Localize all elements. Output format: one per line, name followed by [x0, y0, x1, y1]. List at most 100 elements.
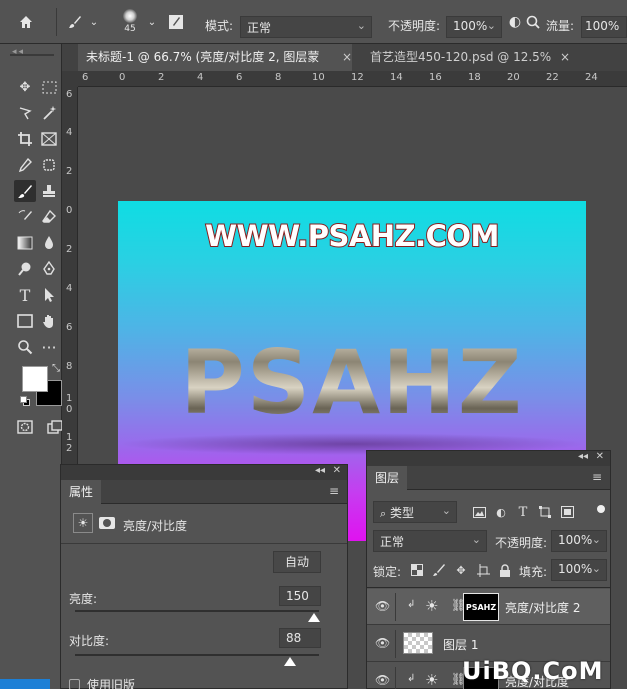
- brightness-contrast-icon[interactable]: ☀: [425, 671, 438, 689]
- close-icon[interactable]: ✕: [596, 451, 604, 462]
- default-colors-icon[interactable]: [20, 396, 30, 406]
- panel-titlebar[interactable]: ◂◂ ✕: [367, 451, 610, 466]
- path-selection-tool-icon[interactable]: [38, 284, 60, 306]
- filter-pixel-icon[interactable]: [471, 504, 487, 520]
- layer-opacity-field[interactable]: 100% ⌄: [551, 530, 607, 552]
- mode-select[interactable]: 正常 ⌄: [240, 16, 372, 38]
- mask-text: PSAHZ: [465, 602, 497, 612]
- rectangle-tool-icon[interactable]: [14, 310, 36, 332]
- horizontal-ruler[interactable]: 6 0 2 4 6 8 10 12 14 16 18 20 22 24: [78, 71, 627, 87]
- foreground-color-swatch[interactable]: [22, 366, 48, 392]
- crop-tool-icon[interactable]: [14, 128, 36, 150]
- filter-adjustment-icon[interactable]: ◐: [493, 504, 509, 520]
- mask-icon[interactable]: [99, 517, 115, 529]
- chevron-down-icon: ⌄: [591, 562, 601, 575]
- filter-smart-object-icon[interactable]: [559, 504, 575, 520]
- brightness-slider-thumb[interactable]: [308, 613, 321, 622]
- ruler-tick-label: 2: [66, 166, 73, 177]
- brush-tool-icon[interactable]: [64, 10, 86, 34]
- spot-healing-tool-icon[interactable]: [38, 154, 60, 176]
- quick-mask-icon[interactable]: [14, 416, 36, 438]
- move-tool-icon[interactable]: ✥: [14, 76, 36, 98]
- tab-untitled-1[interactable]: 未标题-1 @ 66.7% (亮度/对比度 2, 图层蒙版/8) *: [78, 44, 352, 91]
- hand-tool-icon[interactable]: [38, 310, 60, 332]
- ruler-tick-label: 0: [119, 72, 126, 83]
- layer-thumbnail[interactable]: [403, 632, 433, 654]
- contrast-slider-track[interactable]: [75, 654, 319, 656]
- marquee-tool-icon[interactable]: [38, 76, 60, 98]
- properties-header: 属性 ≡: [61, 480, 347, 504]
- search-icon[interactable]: [524, 10, 542, 34]
- eyedropper-tool-icon[interactable]: [14, 154, 36, 176]
- ruler-tick-label: 24: [585, 72, 598, 83]
- pen-tool-icon[interactable]: [38, 258, 60, 280]
- close-icon[interactable]: ×: [342, 50, 352, 64]
- pressure-opacity-icon[interactable]: ◐: [508, 10, 522, 34]
- contrast-slider-thumb[interactable]: [283, 657, 296, 666]
- layer-row-brightness-contrast-2[interactable]: 👁 ↲ ☀ ⛓ PSAHZ 亮度/对比度 2: [367, 589, 610, 625]
- close-icon[interactable]: ×: [560, 50, 570, 64]
- lock-all-icon[interactable]: [497, 562, 513, 578]
- lock-transparency-icon[interactable]: [409, 562, 425, 578]
- toolbox-grip[interactable]: [10, 54, 54, 56]
- legacy-checkbox[interactable]: [69, 679, 80, 689]
- dodge-tool-icon[interactable]: [14, 258, 36, 280]
- brightness-contrast-icon[interactable]: ☀: [73, 513, 93, 533]
- magic-wand-tool-icon[interactable]: [38, 102, 60, 124]
- lock-pixels-icon[interactable]: [431, 562, 447, 578]
- panel-menu-icon[interactable]: ≡: [329, 484, 339, 498]
- blur-tool-icon[interactable]: [38, 232, 60, 254]
- lock-position-icon[interactable]: ✥: [453, 562, 469, 578]
- brush-preset-picker[interactable]: 45: [116, 6, 144, 36]
- clone-stamp-tool-icon[interactable]: [38, 180, 60, 202]
- ruler-corner[interactable]: [62, 71, 78, 87]
- filter-shape-icon[interactable]: [537, 504, 553, 520]
- fill-field[interactable]: 100% ⌄: [551, 559, 607, 581]
- panel-menu-icon[interactable]: ≡: [592, 470, 602, 484]
- type-tool-icon[interactable]: T: [14, 284, 36, 306]
- flow-field[interactable]: 100%: [581, 16, 627, 38]
- tab-layers[interactable]: 图层: [367, 466, 408, 490]
- eraser-tool-icon[interactable]: [38, 206, 60, 228]
- panel-titlebar[interactable]: ◂◂ ✕: [61, 465, 347, 480]
- swap-colors-icon[interactable]: ⤡: [50, 362, 62, 374]
- collapse-panel-icon[interactable]: ◂◂: [578, 451, 588, 462]
- history-brush-tool-icon[interactable]: [14, 206, 36, 228]
- layer-name[interactable]: 图层 1: [443, 636, 478, 653]
- chevron-down-icon: ⌄: [591, 533, 601, 546]
- auto-button[interactable]: 自动: [273, 551, 321, 573]
- brush-settings-icon[interactable]: [166, 10, 186, 34]
- zoom-tool-icon[interactable]: [14, 336, 36, 358]
- filter-toggle-icon[interactable]: [597, 505, 605, 513]
- ruler-tick-label: 12: [351, 72, 364, 83]
- chevron-down-icon[interactable]: ⌄: [146, 10, 158, 34]
- more-tools-icon[interactable]: ···: [38, 336, 60, 358]
- brightness-input[interactable]: 150: [279, 586, 321, 606]
- lock-artboard-icon[interactable]: [475, 562, 491, 578]
- home-icon[interactable]: [14, 10, 38, 34]
- layer-filter-select[interactable]: ⌕ 类型 ⌄: [373, 501, 457, 523]
- frame-tool-icon[interactable]: [38, 128, 60, 150]
- tab-properties[interactable]: 属性: [61, 480, 102, 504]
- brightness-contrast-icon[interactable]: ☀: [425, 597, 438, 615]
- layer-mask-thumbnail[interactable]: PSAHZ: [463, 593, 499, 621]
- ruler-tick-label: 6: [82, 72, 89, 83]
- tab-psd-file[interactable]: 首艺造型450-120.psd @ 12.5% (...: [362, 44, 574, 91]
- lasso-tool-icon[interactable]: [14, 102, 36, 124]
- eye-icon[interactable]: 👁: [375, 636, 391, 650]
- close-icon[interactable]: ✕: [333, 465, 341, 476]
- contrast-input[interactable]: 88: [279, 628, 321, 648]
- layer-name[interactable]: 亮度/对比度 2: [505, 599, 581, 616]
- blend-mode-select[interactable]: 正常 ⌄: [373, 530, 487, 552]
- brightness-slider-track[interactable]: [75, 610, 319, 612]
- eye-icon[interactable]: 👁: [375, 673, 391, 687]
- gradient-tool-icon[interactable]: [14, 232, 36, 254]
- chevron-down-icon: ⌄: [486, 19, 496, 32]
- ruler-tick-label: 18: [468, 72, 481, 83]
- opacity-field[interactable]: 100% ⌄: [446, 16, 502, 38]
- chevron-down-icon[interactable]: ⌄: [88, 10, 100, 34]
- brush-tool-icon[interactable]: [14, 180, 36, 202]
- filter-type-icon[interactable]: T: [515, 504, 531, 520]
- eye-icon[interactable]: 👁: [375, 599, 391, 613]
- collapse-panel-icon[interactable]: ◂◂: [315, 465, 325, 476]
